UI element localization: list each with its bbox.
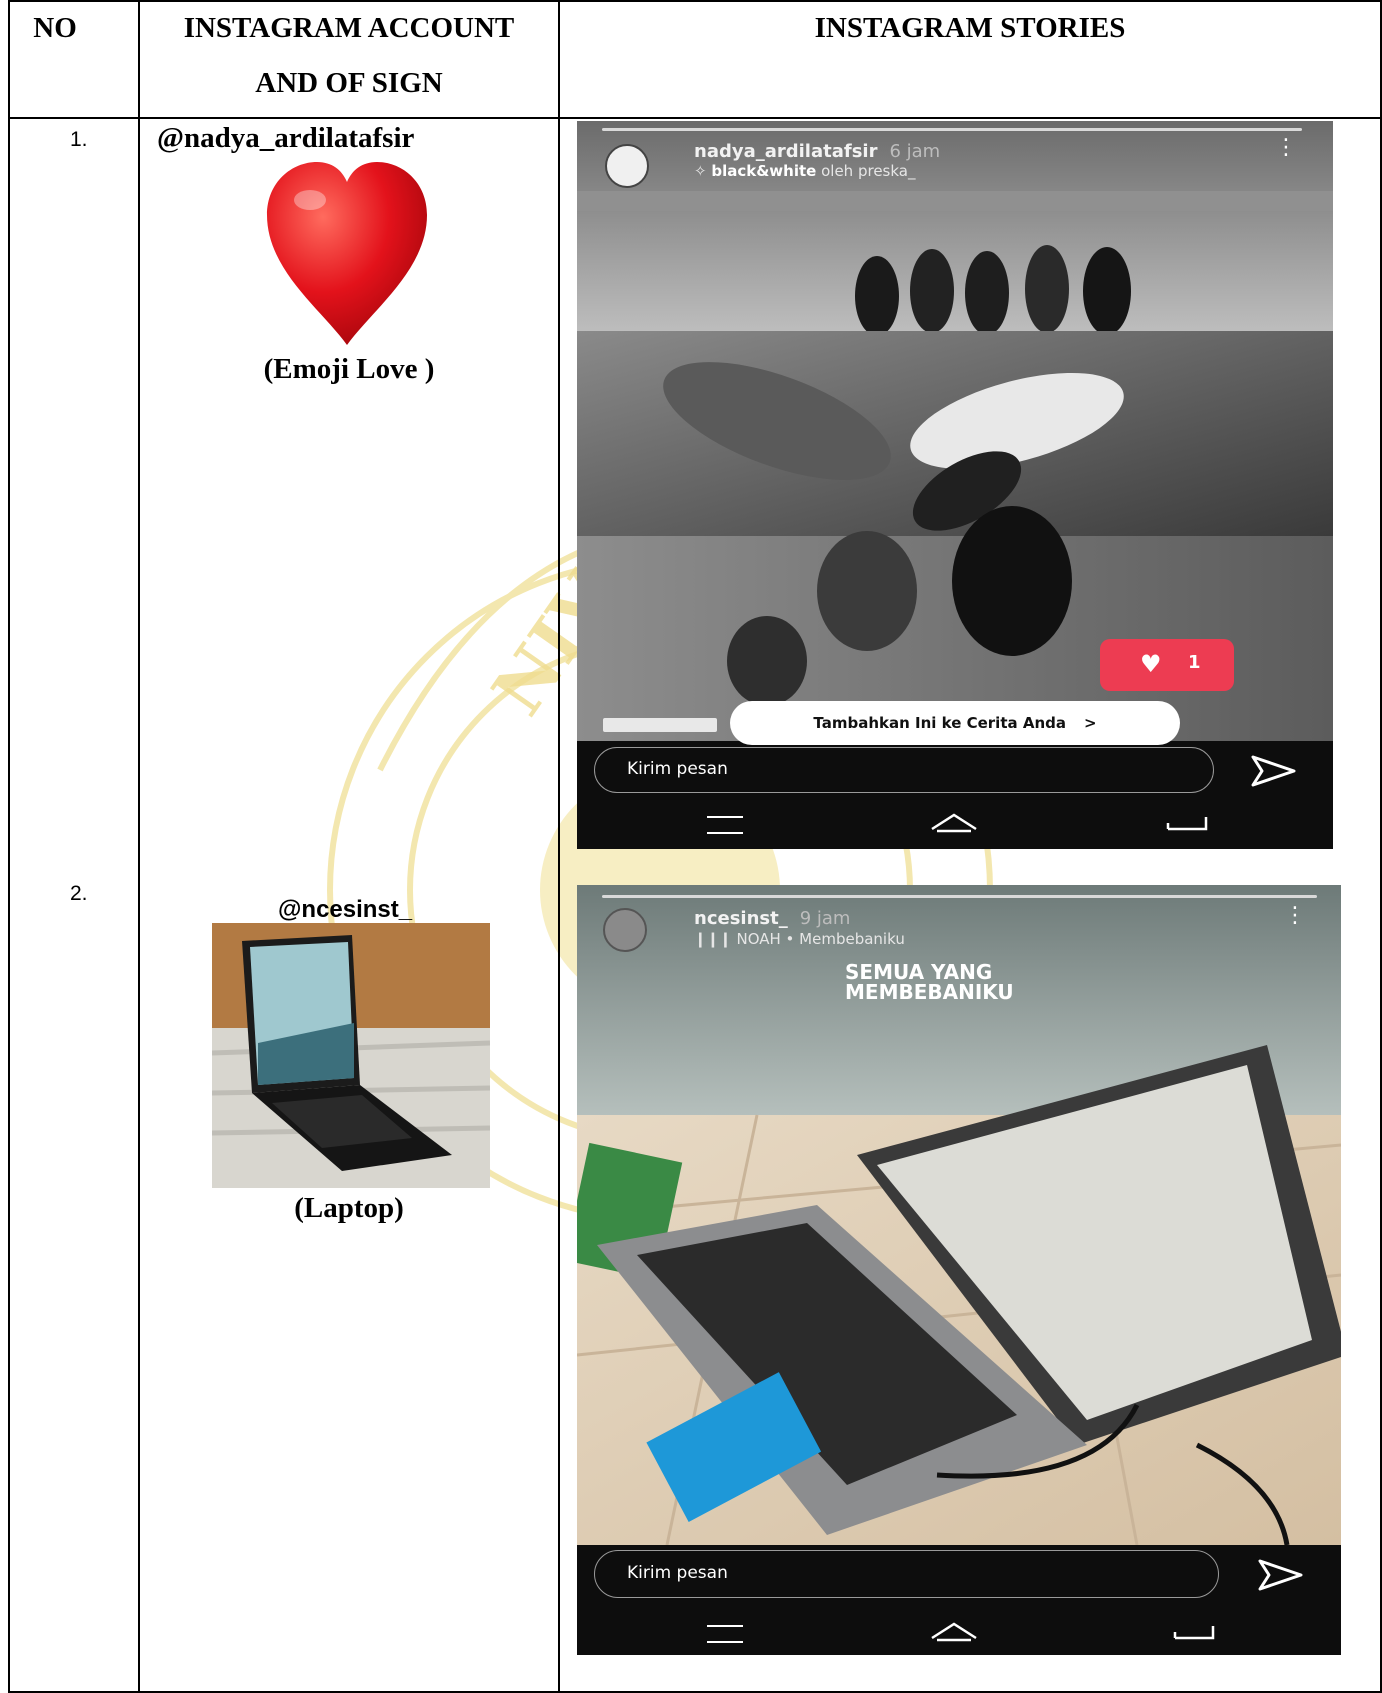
menu-icon[interactable] xyxy=(707,1625,743,1643)
story-2-message-input[interactable]: Kirim pesan xyxy=(594,1550,1219,1598)
sparkle-icon: ✧ xyxy=(694,162,712,180)
row1-account-handle: @nadya_ardilatafsir xyxy=(157,122,415,154)
row1-sign-caption: (Emoji Love ) xyxy=(263,353,435,385)
back-icon[interactable] xyxy=(1162,811,1212,833)
row2-number: 2. xyxy=(70,882,88,905)
story-2-overlay-line1: SEMUA YANG xyxy=(845,960,993,984)
home-icon[interactable] xyxy=(929,811,979,833)
story-2-time: 9 jam xyxy=(799,908,851,929)
heart-emoji-icon xyxy=(267,162,427,345)
story-1-username[interactable]: nadya_ardilatafsir 6 jam xyxy=(694,141,940,162)
story-2-music[interactable]: ❙❙❙ NOAH • Membebaniku xyxy=(694,930,905,948)
row1-number: 1. xyxy=(70,128,88,151)
story-1-music-sticker xyxy=(603,718,717,732)
story-2-avatar[interactable] xyxy=(603,908,647,952)
story-2-progress-bar xyxy=(602,895,1317,898)
back-icon[interactable] xyxy=(1169,1620,1219,1642)
chevron-right-icon: > xyxy=(1083,714,1097,732)
story-1-progress-bar xyxy=(602,128,1302,131)
more-options-icon[interactable]: ⋮ xyxy=(1284,905,1306,927)
header-no: NO xyxy=(33,12,77,44)
table-col-divider-1 xyxy=(138,0,140,1693)
header-account-line2: AND OF SIGN xyxy=(255,67,443,99)
story-1-like-badge: ♥ 1 xyxy=(1100,639,1234,691)
music-bars-icon: ❙❙❙ xyxy=(694,930,737,948)
story-1-screenshot: nadya_ardilatafsir 6 jam ✧ black&white ol… xyxy=(577,121,1333,849)
add-to-your-story-button[interactable]: Tambahkan Ini ke Cerita Anda > xyxy=(730,701,1180,745)
send-icon[interactable] xyxy=(1257,1557,1305,1593)
story-1-music[interactable]: ✧ black&white oleh preska_ xyxy=(694,162,915,180)
header-account-line1: INSTAGRAM ACCOUNT xyxy=(183,12,515,44)
heart-icon: ♥ xyxy=(1140,650,1162,678)
table-header-divider xyxy=(8,117,1382,119)
send-icon[interactable] xyxy=(1250,753,1298,789)
table-col-divider-2 xyxy=(558,0,560,1693)
more-options-icon[interactable]: ⋮ xyxy=(1275,137,1297,159)
laptop-photo-icon xyxy=(212,923,490,1188)
row2-account-handle: @ncesinst_ xyxy=(278,896,413,923)
story-2-screenshot: ncesinst_ 9 jam ❙❙❙ NOAH • Membebaniku ⋮ … xyxy=(577,885,1341,1655)
table-left-border xyxy=(8,0,10,1693)
row2-sign-caption: (Laptop) xyxy=(294,1192,404,1224)
story-2-username[interactable]: ncesinst_ 9 jam xyxy=(694,908,850,929)
story-1-message-input[interactable]: Kirim pesan xyxy=(594,747,1214,793)
story-1-avatar[interactable] xyxy=(605,144,649,188)
story-2-overlay-line2: MEMBEBANIKU xyxy=(845,980,1014,1004)
header-stories: INSTAGRAM STORIES xyxy=(814,12,1126,44)
menu-icon[interactable] xyxy=(707,816,743,834)
home-icon[interactable] xyxy=(929,1620,979,1642)
story-1-time: 6 jam xyxy=(889,141,941,162)
